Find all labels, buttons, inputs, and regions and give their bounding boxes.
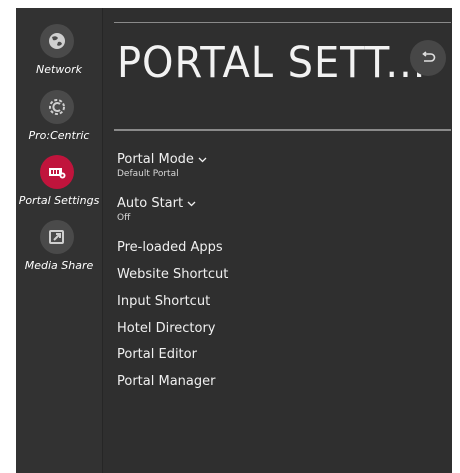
back-button[interactable] — [410, 40, 446, 76]
menu-item-hotel-directory[interactable]: Hotel Directory — [117, 321, 215, 336]
menu-item-portal-editor[interactable]: Portal Editor — [117, 347, 197, 362]
menu-item-value: Default Portal — [117, 169, 179, 179]
sidebar-item-portal-settings[interactable]: Portal Settings — [16, 155, 102, 219]
sidebar-item-media-share[interactable]: Media Share — [16, 220, 102, 284]
sidebar: Network Pro:Centric Portal Settings Medi… — [16, 8, 103, 473]
settings-screen: Network Pro:Centric Portal Settings Medi… — [16, 8, 452, 473]
menu-item-label: Portal Mode — [117, 152, 194, 167]
media-share-icon — [40, 220, 74, 254]
menu-item-preloaded-apps[interactable]: Pre-loaded Apps — [117, 240, 223, 255]
chevron-down-icon — [187, 201, 196, 206]
menu-item-input-shortcut[interactable]: Input Shortcut — [117, 294, 210, 309]
sidebar-item-label: Portal Settings — [18, 194, 100, 207]
menu-item-value: Off — [117, 213, 131, 223]
menu-item-auto-start[interactable]: Auto Start Off — [117, 196, 196, 223]
sidebar-item-label: Network — [36, 63, 82, 76]
sidebar-item-label: Pro:Centric — [28, 129, 90, 142]
sidebar-item-network[interactable]: Network — [16, 24, 102, 88]
sidebar-item-procentric[interactable]: Pro:Centric — [16, 90, 102, 154]
back-arrow-icon — [422, 51, 436, 62]
main-panel: PORTAL SETT... Portal Mode Default Porta… — [114, 8, 452, 473]
portal-settings-icon — [40, 155, 74, 189]
menu-item-portal-mode[interactable]: Portal Mode Default Portal — [117, 152, 207, 179]
divider — [114, 22, 451, 23]
divider — [114, 129, 451, 131]
chevron-down-icon — [198, 157, 207, 162]
menu-item-website-shortcut[interactable]: Website Shortcut — [117, 267, 228, 282]
procentric-icon — [40, 90, 74, 124]
menu-item-label: Auto Start — [117, 196, 184, 211]
network-icon — [40, 24, 74, 58]
sidebar-item-label: Media Share — [24, 259, 94, 272]
page-title: PORTAL SETT... — [117, 38, 427, 88]
menu-item-portal-manager[interactable]: Portal Manager — [117, 374, 215, 389]
